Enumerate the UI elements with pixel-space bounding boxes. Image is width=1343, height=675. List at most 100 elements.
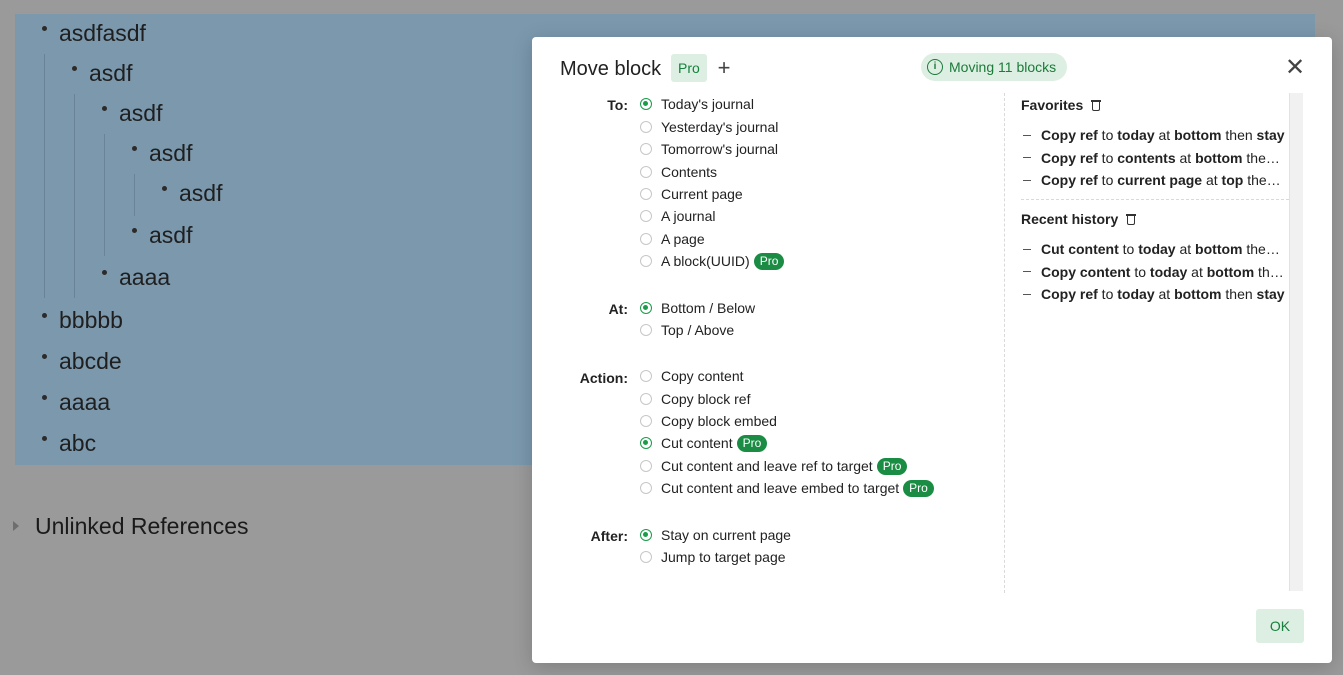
history-text: to: [1130, 263, 1150, 280]
block-bullet[interactable]: [42, 313, 47, 318]
block-text[interactable]: asdf: [149, 221, 192, 249]
block-bullet[interactable]: [42, 354, 47, 359]
option-cut-leave-embed[interactable]: Cut content and leave embed to target Pr…: [640, 479, 934, 497]
recent-history-item[interactable]: Copy content to today at bottom then sta…: [1023, 263, 1287, 281]
option-contents[interactable]: Contents: [640, 163, 717, 181]
option-label: A block(UUID): [661, 253, 750, 269]
radio-button[interactable]: [640, 415, 652, 427]
history-text: today: [1138, 241, 1176, 257]
block-bullet[interactable]: [102, 270, 107, 275]
radio-button[interactable]: [640, 460, 652, 472]
block-text[interactable]: asdf: [119, 99, 162, 127]
block-bullet[interactable]: [132, 228, 137, 233]
history-text: Copy ref: [1041, 149, 1098, 166]
radio-button[interactable]: [640, 98, 652, 110]
scrollbar[interactable]: [1289, 93, 1303, 591]
ok-button[interactable]: OK: [1256, 609, 1304, 643]
block-text[interactable]: aaaa: [59, 388, 110, 416]
option-stay-on-current-page[interactable]: Stay on current page: [640, 526, 791, 544]
history-text: then stay: [1246, 149, 1287, 166]
trash-icon[interactable]: [1091, 99, 1102, 111]
block-bullet[interactable]: [162, 186, 167, 191]
radio-button[interactable]: [640, 370, 652, 382]
history-text: at: [1175, 241, 1196, 257]
option-label: Cut content and leave embed to target: [661, 480, 900, 496]
radio-button[interactable]: [640, 210, 652, 222]
indent-guide: [134, 174, 135, 216]
action-label: Action:: [579, 370, 628, 386]
radio-button[interactable]: [640, 393, 652, 405]
option-cut-content[interactable]: Cut content Pro: [640, 434, 768, 452]
option-a-page[interactable]: A page: [640, 230, 705, 248]
history-text: today: [1117, 286, 1155, 302]
radio-button[interactable]: [640, 188, 652, 200]
option-a-journal[interactable]: A journal: [640, 207, 715, 225]
option-copy-content[interactable]: Copy content: [640, 367, 744, 385]
option-a-block-uuid[interactable]: A block(UUID) Pro: [640, 252, 785, 270]
option-copy-block-embed[interactable]: Copy block embed: [640, 412, 777, 430]
radio-button[interactable]: [640, 324, 652, 336]
block-text[interactable]: bbbbb: [59, 306, 123, 334]
block-text[interactable]: abcde: [59, 347, 122, 375]
option-copy-block-ref[interactable]: Copy block ref: [640, 390, 750, 408]
history-text: to: [1097, 149, 1118, 166]
history-text: to: [1097, 172, 1118, 188]
dialog-title: Move block: [560, 58, 662, 80]
option-top-above[interactable]: Top / Above: [640, 321, 734, 339]
history-text: then stay: [1246, 241, 1287, 257]
option-todays-journal[interactable]: Today's journal: [640, 95, 754, 113]
block-text[interactable]: aaaa: [119, 263, 170, 291]
option-bottom-below[interactable]: Bottom / Below: [640, 299, 755, 317]
pro-badge: Pro: [671, 54, 707, 82]
block-text[interactable]: asdf: [89, 59, 132, 87]
recent-history-item[interactable]: Cut content to today at bottom then stay: [1023, 240, 1287, 258]
unlinked-references-heading[interactable]: Unlinked References: [35, 513, 249, 540]
option-label: Current page: [661, 186, 743, 202]
history-text: today: [1149, 263, 1188, 280]
history-text: bottom: [1195, 149, 1243, 166]
block-bullet[interactable]: [102, 106, 107, 111]
indent-guide: [74, 94, 75, 298]
option-current-page[interactable]: Current page: [640, 185, 743, 203]
history-text: Cut content: [1041, 241, 1119, 257]
option-tomorrows-journal[interactable]: Tomorrow's journal: [640, 140, 778, 158]
radio-button[interactable]: [640, 302, 652, 314]
radio-button[interactable]: [640, 529, 652, 541]
option-yesterdays-journal[interactable]: Yesterday's journal: [640, 118, 778, 136]
radio-button[interactable]: [640, 437, 652, 449]
close-button[interactable]: ✕: [1284, 56, 1306, 80]
history-text: today: [1117, 127, 1155, 143]
block-bullet[interactable]: [72, 66, 77, 71]
radio-button[interactable]: [640, 166, 652, 178]
trash-icon[interactable]: [1126, 213, 1137, 225]
option-label: Copy block embed: [661, 413, 777, 429]
block-bullet[interactable]: [42, 26, 47, 31]
block-bullet[interactable]: [132, 146, 137, 151]
option-jump-to-target-page[interactable]: Jump to target page: [640, 548, 786, 566]
history-text: bottom: [1206, 263, 1255, 280]
radio-button[interactable]: [640, 143, 652, 155]
block-text[interactable]: asdfasdf: [59, 19, 146, 47]
block-text[interactable]: abc: [59, 429, 96, 457]
block-bullet[interactable]: [42, 395, 47, 400]
option-cut-leave-ref[interactable]: Cut content and leave ref to target Pro: [640, 457, 908, 475]
radio-button[interactable]: [640, 482, 652, 494]
dash-icon: [1023, 157, 1031, 159]
recent-history-item[interactable]: Copy ref to today at bottom then stay: [1023, 285, 1287, 303]
radio-button[interactable]: [640, 255, 652, 267]
favorite-item[interactable]: Copy ref to current page at top then sta…: [1023, 171, 1287, 189]
radio-button[interactable]: [640, 121, 652, 133]
block-bullet[interactable]: [42, 436, 47, 441]
favorites-title: Favorites: [1021, 97, 1084, 113]
history-text: at: [1202, 172, 1222, 188]
block-text[interactable]: asdf: [179, 179, 222, 207]
add-button[interactable]: +: [714, 57, 734, 79]
dash-icon: [1023, 134, 1031, 136]
favorite-item[interactable]: Copy ref to today at bottom then stay: [1023, 126, 1287, 144]
radio-button[interactable]: [640, 233, 652, 245]
radio-button[interactable]: [640, 551, 652, 563]
caret-right-icon[interactable]: [13, 521, 19, 531]
history-text: contents: [1117, 149, 1176, 166]
block-text[interactable]: asdf: [149, 139, 192, 167]
favorite-item[interactable]: Copy ref to contents at bottom then stay: [1023, 149, 1287, 167]
